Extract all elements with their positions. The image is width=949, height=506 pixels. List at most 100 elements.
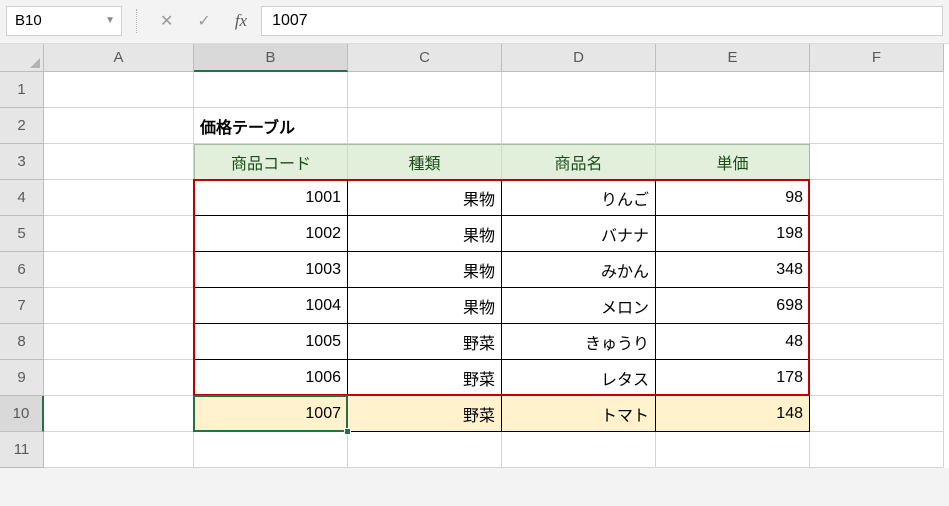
- cell-F4[interactable]: [810, 180, 944, 216]
- cell-B8[interactable]: 1005: [194, 324, 348, 360]
- cell-E11[interactable]: [656, 432, 810, 468]
- cell-D7[interactable]: メロン: [502, 288, 656, 324]
- formula-input[interactable]: 1007: [261, 6, 943, 36]
- col-head-A[interactable]: A: [44, 44, 194, 72]
- cell-F5[interactable]: [810, 216, 944, 252]
- cell-E5[interactable]: 198: [656, 216, 810, 252]
- cell-B2[interactable]: 価格テーブル: [194, 108, 348, 144]
- header-price: 単価: [716, 150, 748, 174]
- row-head-9[interactable]: 9: [0, 360, 44, 396]
- cell-B6[interactable]: 1003: [194, 252, 348, 288]
- cell-B3[interactable]: 商品コード: [194, 144, 348, 180]
- cell-D10[interactable]: トマト: [502, 396, 656, 432]
- cell-B1[interactable]: [194, 72, 348, 108]
- row-head-8[interactable]: 8: [0, 324, 44, 360]
- cell-A4[interactable]: [44, 180, 194, 216]
- cell-C8[interactable]: 野菜: [348, 324, 502, 360]
- cell-A3[interactable]: [44, 144, 194, 180]
- cell-C5[interactable]: 果物: [348, 216, 502, 252]
- cell-C10[interactable]: 野菜: [348, 396, 502, 432]
- cell-E6[interactable]: 348: [656, 252, 810, 288]
- cell-C4[interactable]: 果物: [348, 180, 502, 216]
- cell-A6[interactable]: [44, 252, 194, 288]
- row-head-7[interactable]: 7: [0, 288, 44, 324]
- cell-F7[interactable]: [810, 288, 944, 324]
- cell-D1[interactable]: [502, 72, 656, 108]
- cell-E2[interactable]: [656, 108, 810, 144]
- cell-F6[interactable]: [810, 252, 944, 288]
- cell-A1[interactable]: [44, 72, 194, 108]
- cell-D11[interactable]: [502, 432, 656, 468]
- cell-B4[interactable]: 1001: [194, 180, 348, 216]
- cell-B7[interactable]: 1004: [194, 288, 348, 324]
- cell-C7[interactable]: 果物: [348, 288, 502, 324]
- cell-E8[interactable]: 48: [656, 324, 810, 360]
- cell-B10[interactable]: 1007: [194, 396, 348, 432]
- col-head-D[interactable]: D: [502, 44, 656, 72]
- cell-value: 1005: [305, 333, 341, 351]
- cell-A9[interactable]: [44, 360, 194, 396]
- enter-icon[interactable]: ✓: [197, 11, 210, 31]
- cell-value: 348: [776, 261, 803, 279]
- cell-B11[interactable]: [194, 432, 348, 468]
- cell-D2[interactable]: [502, 108, 656, 144]
- chevron-down-icon[interactable]: ▼: [105, 15, 115, 26]
- row-head-10[interactable]: 10: [0, 396, 44, 432]
- cell-C11[interactable]: [348, 432, 502, 468]
- row-head-11[interactable]: 11: [0, 432, 44, 468]
- row-head-6[interactable]: 6: [0, 252, 44, 288]
- cell-A11[interactable]: [44, 432, 194, 468]
- table-title: 価格テーブル: [200, 114, 295, 138]
- cell-A10[interactable]: [44, 396, 194, 432]
- cell-D5[interactable]: バナナ: [502, 216, 656, 252]
- cell-C1[interactable]: [348, 72, 502, 108]
- col-head-C[interactable]: C: [348, 44, 502, 72]
- cell-F11[interactable]: [810, 432, 944, 468]
- cell-E10[interactable]: 148: [656, 396, 810, 432]
- cell-E3[interactable]: 単価: [656, 144, 810, 180]
- cell-A5[interactable]: [44, 216, 194, 252]
- cell-F3[interactable]: [810, 144, 944, 180]
- cell-D6[interactable]: みかん: [502, 252, 656, 288]
- cell-E1[interactable]: [656, 72, 810, 108]
- row-head-1[interactable]: 1: [0, 72, 44, 108]
- cell-E7[interactable]: 698: [656, 288, 810, 324]
- cell-D8[interactable]: きゅうり: [502, 324, 656, 360]
- cell-B5[interactable]: 1002: [194, 216, 348, 252]
- col-head-B[interactable]: B: [194, 44, 348, 72]
- cell-F9[interactable]: [810, 360, 944, 396]
- cell-value: 1007: [305, 405, 341, 423]
- cell-value: 198: [776, 225, 803, 243]
- cell-A7[interactable]: [44, 288, 194, 324]
- cell-value: 野菜: [463, 402, 495, 426]
- cell-D9[interactable]: レタス: [502, 360, 656, 396]
- cell-F2[interactable]: [810, 108, 944, 144]
- row-head-5[interactable]: 5: [0, 216, 44, 252]
- cell-D4[interactable]: りんご: [502, 180, 656, 216]
- cell-F1[interactable]: [810, 72, 944, 108]
- formula-input-value: 1007: [272, 12, 308, 30]
- spreadsheet-grid[interactable]: A B C D E F 1 2 価格テーブル 3 商品コード 種類 商品名 単価…: [0, 44, 949, 468]
- cell-E9[interactable]: 178: [656, 360, 810, 396]
- cell-C6[interactable]: 果物: [348, 252, 502, 288]
- cell-C9[interactable]: 野菜: [348, 360, 502, 396]
- cell-F10[interactable]: [810, 396, 944, 432]
- cell-B9[interactable]: 1006: [194, 360, 348, 396]
- cell-E4[interactable]: 98: [656, 180, 810, 216]
- col-head-F[interactable]: F: [810, 44, 944, 72]
- cell-F8[interactable]: [810, 324, 944, 360]
- fx-icon[interactable]: fx: [235, 11, 247, 31]
- cell-C2[interactable]: [348, 108, 502, 144]
- cell-A8[interactable]: [44, 324, 194, 360]
- name-box[interactable]: B10 ▼: [6, 6, 122, 36]
- select-all-corner[interactable]: [0, 44, 44, 72]
- cancel-icon[interactable]: ✕: [160, 11, 173, 31]
- cell-value: 1003: [305, 261, 341, 279]
- row-head-3[interactable]: 3: [0, 144, 44, 180]
- col-head-E[interactable]: E: [656, 44, 810, 72]
- cell-C3[interactable]: 種類: [348, 144, 502, 180]
- cell-A2[interactable]: [44, 108, 194, 144]
- cell-D3[interactable]: 商品名: [502, 144, 656, 180]
- row-head-4[interactable]: 4: [0, 180, 44, 216]
- row-head-2[interactable]: 2: [0, 108, 44, 144]
